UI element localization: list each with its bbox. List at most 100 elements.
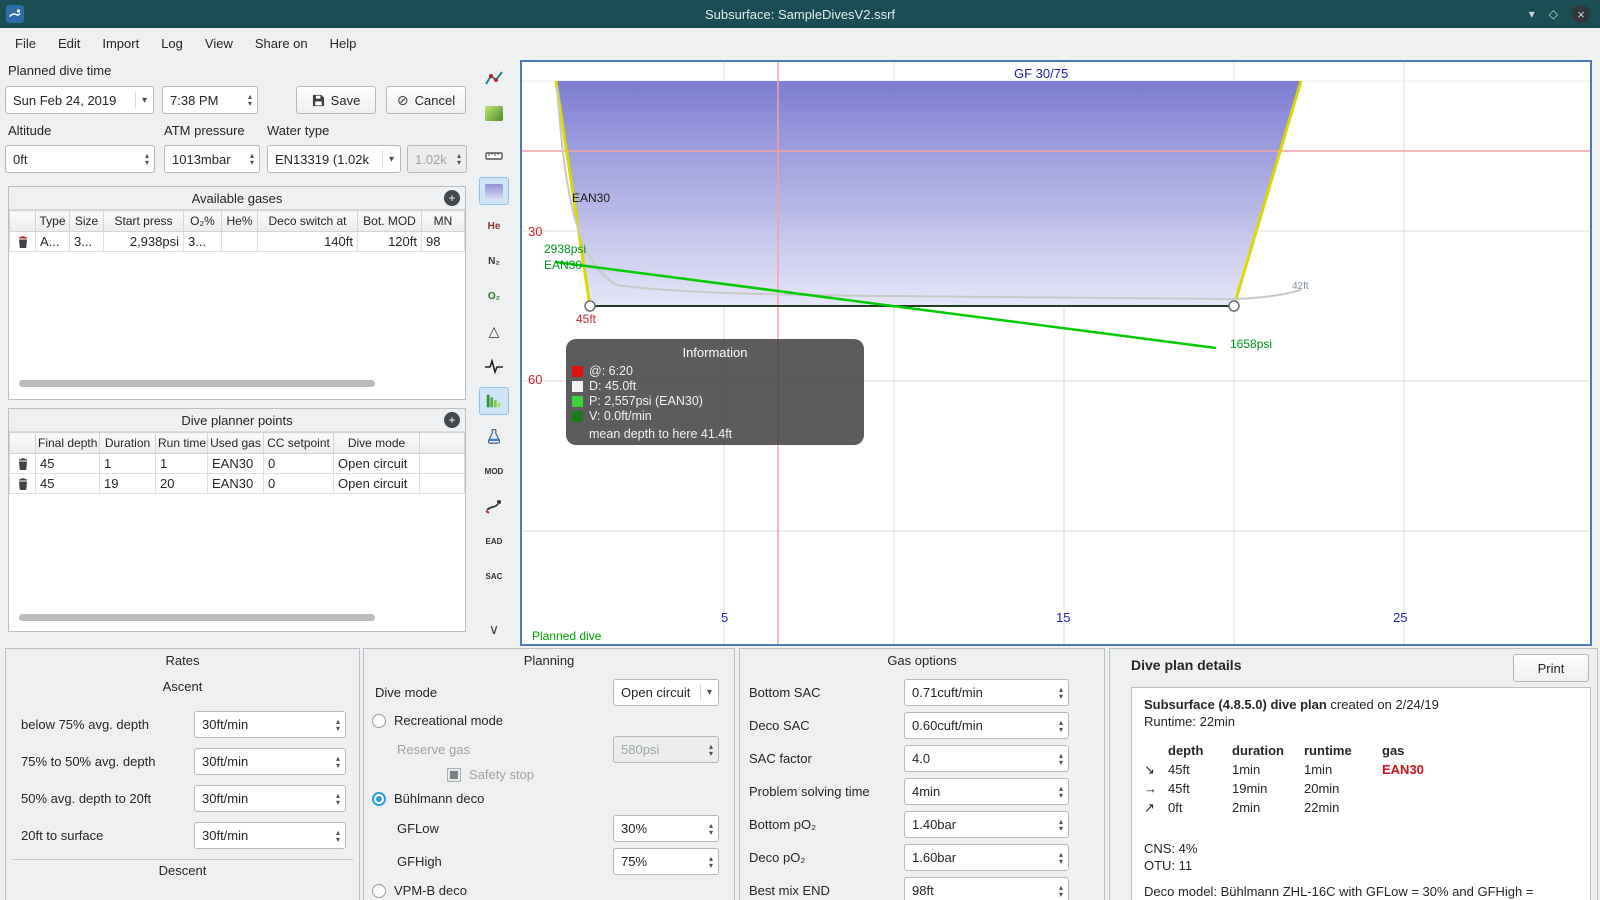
ceiling-icon[interactable] [479,177,509,205]
column-header-start-press[interactable]: Start press [103,210,184,232]
keep-above-icon[interactable]: ◇ [1549,5,1558,23]
atm-pressure-spinner[interactable]: 1013mbar [164,145,260,173]
spinner-arrows-icon[interactable] [333,755,343,769]
gfhigh-spinner[interactable]: 75% [613,848,719,875]
spinner-arrows-icon[interactable] [1056,686,1066,700]
deco-sac-spinner[interactable]: 0.60cuft/min [904,712,1069,739]
dropdown-arrow-icon[interactable] [381,149,398,169]
gas-mnd-cell[interactable]: 98 [421,231,465,252]
dive-profile-chart[interactable]: GF 30/75 EAN30 2938psi EAN30 45ft 1658ps… [520,60,1592,646]
ascent-rate-surface-spinner[interactable]: 30ft/min [194,822,346,849]
salinity-icon[interactable] [479,422,509,450]
po2-threshold-icon[interactable]: △ [479,317,509,345]
ead-icon[interactable]: EAD [479,527,509,555]
tissues-icon[interactable] [479,387,509,415]
add-gas-button[interactable]: + [444,190,460,206]
column-header-cc-setpoint[interactable]: CC setpoint [263,432,334,454]
column-header-delete[interactable] [9,210,36,232]
column-header-run-time[interactable]: Run time [155,432,208,454]
waypoint-handle[interactable] [1228,300,1240,312]
spinner-arrows-icon[interactable] [1056,851,1066,865]
radio-checked-icon[interactable] [372,791,386,806]
ascent-rate-75-spinner[interactable]: 30ft/min [194,711,346,738]
menu-item-share-on[interactable]: Share on [244,31,319,56]
spinner-arrows-icon[interactable] [247,152,257,166]
spinner-arrows-icon[interactable] [1056,752,1066,766]
vpmb-deco-radio[interactable]: VPM-B deco [372,883,467,898]
column-header-final-depth[interactable]: Final depth [35,432,100,454]
delete-gas-icon[interactable] [9,231,36,252]
dive-date-select[interactable]: Sun Feb 24, 2019 [5,86,154,114]
column-header-size[interactable]: Size [69,210,104,232]
planner-point-row[interactable]: 45 1 1 EAN30 0 Open circuit [9,453,465,474]
waypoint-handle[interactable] [584,300,596,312]
delete-point-icon[interactable] [9,453,36,474]
gas-o2-cell[interactable]: 3... [183,231,222,252]
problem-solving-time-spinner[interactable]: 4min [904,778,1069,805]
dropdown-arrow-icon[interactable] [699,683,716,702]
spinner-arrows-icon[interactable] [245,93,255,107]
column-header-delete[interactable] [9,432,36,454]
nitrogen-graph-icon[interactable]: N₂ [479,247,509,275]
collapse-chevron-icon[interactable]: ∨ [489,621,499,638]
spinner-arrows-icon[interactable] [1056,818,1066,832]
title-bar[interactable]: Subsurface: SampleDivesV2.ssrf ▾ ◇ × [0,0,1600,28]
gflow-spinner[interactable]: 30% [613,815,719,842]
helium-graph-icon[interactable]: He [479,212,509,240]
bottom-sac-spinner[interactable]: 0.71cuft/min [904,679,1069,706]
menu-item-edit[interactable]: Edit [47,31,91,56]
spinner-arrows-icon[interactable] [1056,719,1066,733]
info-tooltip[interactable]: Information @: 6:20 D: 45.0ft P: 2,557ps… [566,339,864,445]
water-type-select[interactable]: EN13319 (1.02k [267,145,401,173]
shade-icon[interactable]: ▾ [1529,5,1535,23]
spinner-arrows-icon[interactable] [706,822,716,836]
spinner-arrows-icon[interactable] [1056,785,1066,799]
dive-plan-text[interactable]: Subsurface (4.8.5.0) dive plan created o… [1131,687,1591,900]
gas-start-press-cell[interactable]: 2,938psi [103,231,184,252]
column-header-used-gas[interactable]: Used gas [207,432,264,454]
radio-icon[interactable] [372,883,386,898]
point-duration-cell[interactable]: 1 [99,453,156,474]
deco-po2-spinner[interactable]: 1.60bar [904,844,1069,871]
radio-icon[interactable] [372,713,386,728]
point-gas-cell[interactable]: EAN30 [207,473,264,494]
point-gas-cell[interactable]: EAN30 [207,453,264,474]
spinner-arrows-icon[interactable] [333,829,343,843]
point-setpoint-cell[interactable]: 0 [263,473,334,494]
point-depth-cell[interactable]: 45 [35,473,100,494]
bottom-po2-spinner[interactable]: 1.40bar [904,811,1069,838]
gas-size-cell[interactable]: 3... [69,231,104,252]
column-header-bot-mod[interactable]: Bot. MOD [357,210,422,232]
point-runtime-cell[interactable]: 20 [155,473,208,494]
spinner-arrows-icon[interactable] [333,792,343,806]
oxygen-graph-icon[interactable]: O₂ [479,282,509,310]
column-header-type[interactable]: Type [35,210,70,232]
dive-time-spinner[interactable]: 7:38 PM [162,86,258,114]
sac-factor-spinner[interactable]: 4.0 [904,745,1069,772]
spinner-arrows-icon[interactable] [706,855,716,869]
ruler-icon[interactable] [479,142,509,170]
point-mode-cell[interactable]: Open circuit [333,453,420,474]
column-header-o2[interactable]: O₂% [183,210,222,232]
spinner-arrows-icon[interactable] [333,718,343,732]
ascent-rate-50-spinner[interactable]: 30ft/min [194,748,346,775]
buhlmann-deco-radio[interactable]: Bühlmann deco [372,791,484,806]
menu-item-help[interactable]: Help [319,31,368,56]
point-mode-cell[interactable]: Open circuit [333,473,420,494]
dropdown-arrow-icon[interactable] [134,90,151,110]
horizontal-scrollbar[interactable] [19,380,375,387]
menu-item-import[interactable]: Import [91,31,150,56]
mod-icon[interactable]: MOD [479,457,509,485]
planner-point-row[interactable]: 45 19 20 EAN30 0 Open circuit [9,473,465,494]
column-header-mnd[interactable]: MN [421,210,465,232]
menu-item-view[interactable]: View [194,31,244,56]
point-depth-cell[interactable]: 45 [35,453,100,474]
save-button[interactable]: Save [296,86,376,114]
dive-mode-select[interactable]: Open circuit [613,679,719,706]
close-icon[interactable]: × [1572,5,1590,23]
diver-icon[interactable] [479,492,509,520]
point-runtime-cell[interactable]: 1 [155,453,208,474]
delete-point-icon[interactable] [9,473,36,494]
gas-type-cell[interactable]: A... [35,231,70,252]
column-header-deco-switch[interactable]: Deco switch at [257,210,358,232]
